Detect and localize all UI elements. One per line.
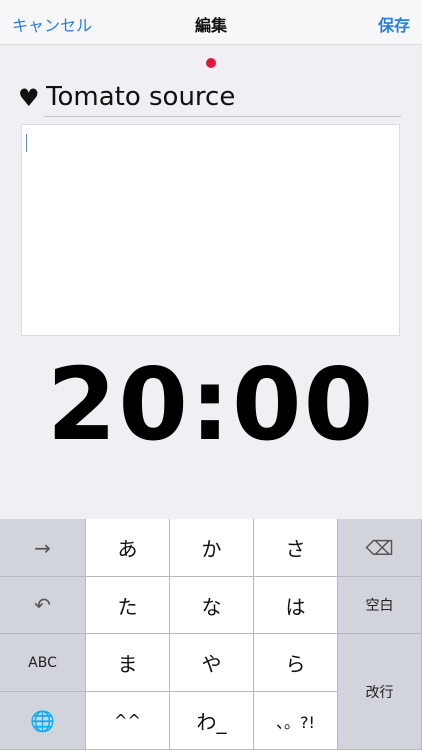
key-ya[interactable]: や [170,634,254,692]
undo-icon[interactable]: ↶ [0,577,86,634]
keyboard: → ↶ ABC 🌐 あ か さ た な は ま や ら ^^ わ_ 、。?! ⌫… [0,519,422,750]
memo-textarea[interactable] [21,124,400,336]
key-punctuation[interactable]: 、。?! [254,692,338,750]
heart-icon[interactable]: ♥ [18,84,40,112]
key-ra[interactable]: ら [254,634,338,692]
key-dakuten[interactable]: ^^ [86,692,170,750]
name-input[interactable] [44,80,401,117]
save-button[interactable]: 保存 [378,12,410,36]
key-ha[interactable]: は [254,577,338,634]
key-wa[interactable]: わ_ [170,692,254,750]
text-caret [26,134,27,152]
delete-icon[interactable]: ⌫ [338,519,422,577]
key-ka[interactable]: か [170,519,254,577]
cancel-button[interactable]: キャンセル [12,12,92,36]
color-indicator-dot[interactable] [206,58,216,68]
name-row: ♥ [18,80,403,118]
key-a[interactable]: あ [86,519,170,577]
space-key[interactable]: 空白 [338,577,422,634]
abc-key[interactable]: ABC [0,634,86,692]
arrow-right-icon[interactable]: → [0,519,86,577]
key-ma[interactable]: ま [86,634,170,692]
key-na[interactable]: な [170,577,254,634]
key-ta[interactable]: た [86,577,170,634]
navigation-bar: キャンセル 編集 保存 [0,0,422,45]
timer-display[interactable]: 20:00 [0,345,422,465]
key-sa[interactable]: さ [254,519,338,577]
globe-icon[interactable]: 🌐 [0,692,86,750]
return-key[interactable]: 改行 [338,634,422,750]
